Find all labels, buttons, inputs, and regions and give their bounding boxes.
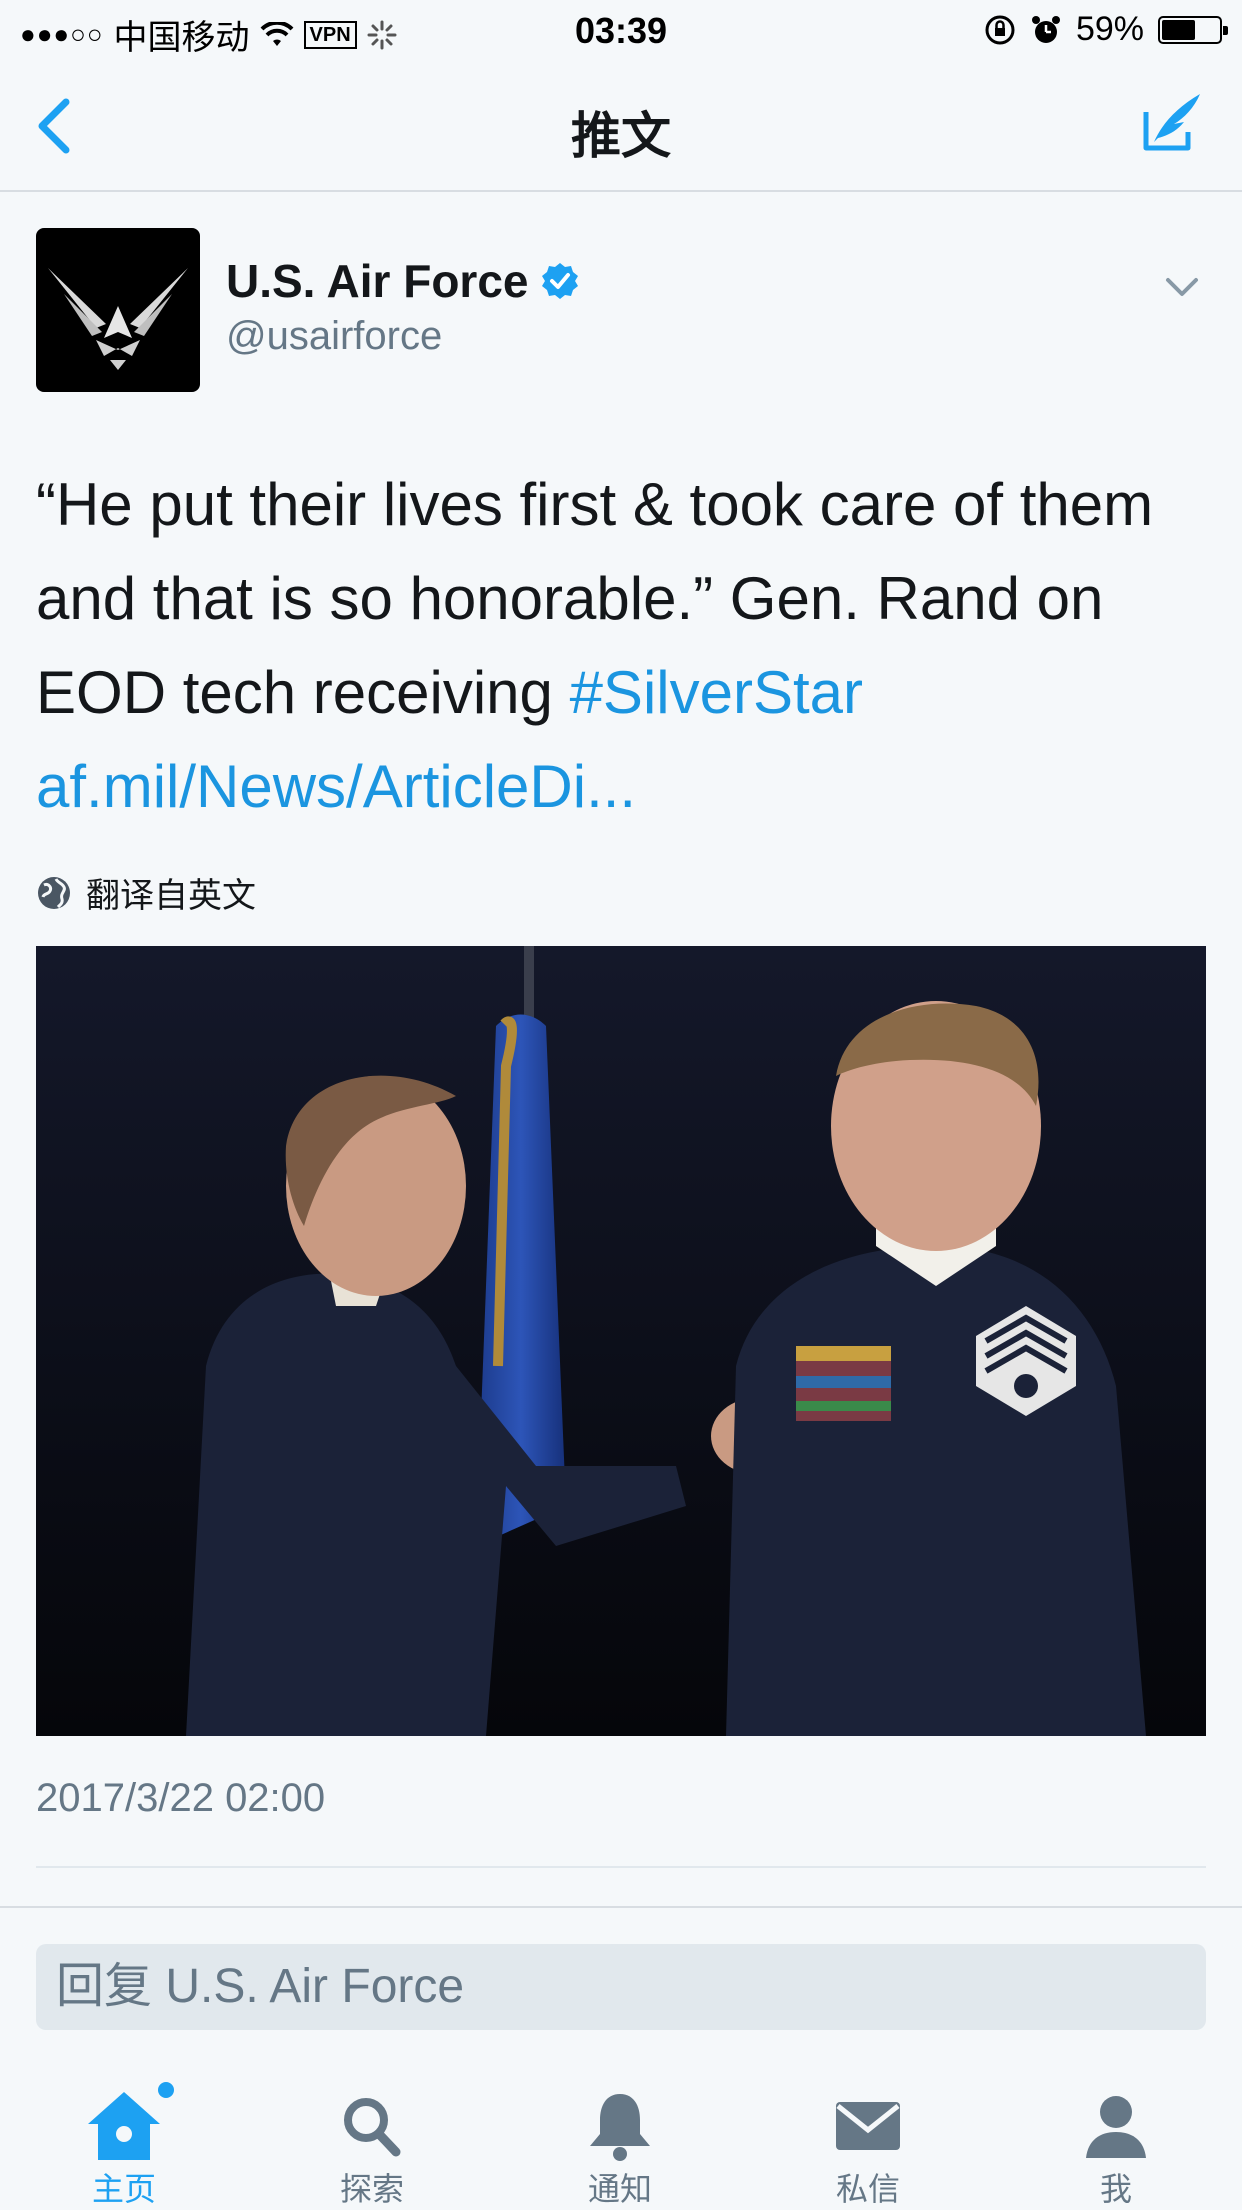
tab-me[interactable]: 我: [992, 2066, 1240, 2208]
tweet-timestamp: 2017/3/22 02:00: [36, 1776, 326, 1820]
translate-label: 翻译自英文: [86, 877, 256, 915]
author-name[interactable]: U.S. Air Force: [226, 254, 528, 308]
author-handle[interactable]: @usairforce: [226, 314, 442, 359]
home-icon: [88, 2092, 160, 2160]
avatar[interactable]: [36, 228, 200, 392]
tab-label: 主页: [91, 2171, 156, 2207]
verified-badge-icon: [542, 263, 579, 299]
reply-input[interactable]: 回复 U.S. Air Force: [36, 1944, 1206, 2030]
envelope-icon: [836, 2102, 900, 2150]
divider: [0, 1906, 1242, 1908]
tab-label: 私信: [835, 2171, 900, 2207]
status-bar: ●●●○○ 中国移动 VPN 03:39 59%: [0, 0, 1242, 62]
search-icon: [344, 2098, 401, 2157]
battery-icon: [1158, 15, 1228, 44]
bell-icon: [590, 2094, 650, 2161]
tab-label: 我: [1099, 2171, 1132, 2207]
globe-icon: [38, 876, 70, 909]
air-force-logo: [48, 268, 188, 370]
battery-percent: 59%: [1075, 10, 1144, 48]
tab-notifications[interactable]: 通知: [496, 2066, 744, 2208]
tab-home[interactable]: 主页: [0, 2066, 248, 2208]
divider: [36, 1866, 1206, 1868]
page-title: 推文: [571, 108, 671, 164]
orientation-lock-icon: [985, 15, 1015, 44]
tab-label: 通知: [587, 2171, 652, 2207]
back-button[interactable]: [28, 94, 84, 158]
article-link[interactable]: af.mil/News/ArticleDi...: [36, 753, 636, 820]
tab-messages[interactable]: 私信: [744, 2066, 992, 2208]
compose-button[interactable]: [1136, 88, 1206, 158]
translate-button[interactable]: 翻译自英文: [36, 868, 256, 917]
chevron-down-icon[interactable]: [1158, 270, 1206, 306]
person-icon: [1086, 2096, 1146, 2158]
hashtag-link[interactable]: #SilverStar: [570, 659, 863, 726]
tweet-text: “He put their lives first & took care of…: [36, 458, 1216, 834]
tab-bar: 主页 探索 通知 私信 我: [0, 2066, 1242, 2208]
alarm-icon: [1031, 15, 1060, 43]
notification-dot: [158, 2082, 174, 2098]
ceremony-photo: [36, 946, 1206, 1736]
tab-explore[interactable]: 探索: [248, 2066, 496, 2208]
navigation-bar: 推文: [0, 62, 1242, 192]
tweet-photo[interactable]: [36, 946, 1206, 1736]
tab-label: 探索: [339, 2171, 404, 2207]
tweet-header: U.S. Air Force @usairforce: [36, 228, 1206, 394]
